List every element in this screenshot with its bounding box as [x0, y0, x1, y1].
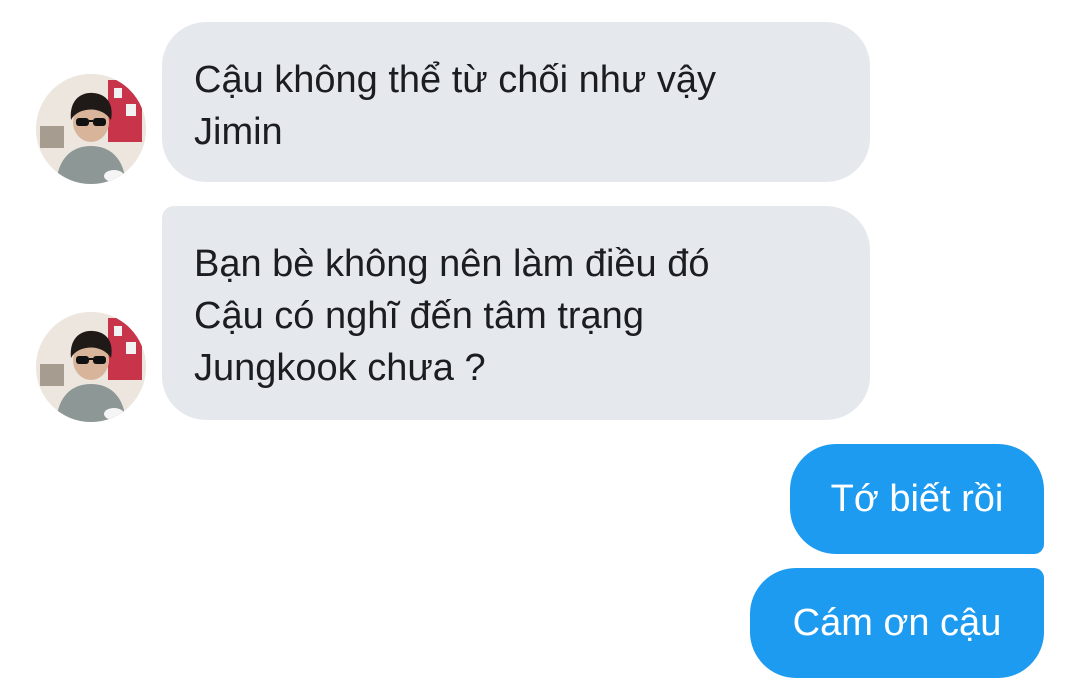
outgoing-bubble[interactable]: Cám ơn cậu	[750, 568, 1044, 678]
avatar-photo	[36, 74, 146, 184]
user-avatar-icon[interactable]	[36, 312, 146, 422]
user-avatar-icon[interactable]	[36, 74, 146, 184]
incoming-bubble[interactable]: Bạn bè không nên làm điều đó Cậu có nghĩ…	[162, 206, 870, 420]
message-thread: Cậu không thể từ chối như vậy Jimin Bạn …	[0, 0, 1080, 696]
incoming-bubble[interactable]: Cậu không thể từ chối như vậy Jimin	[162, 22, 870, 182]
avatar-photo	[36, 312, 146, 422]
outgoing-bubble[interactable]: Tớ biết rồi	[790, 444, 1044, 554]
